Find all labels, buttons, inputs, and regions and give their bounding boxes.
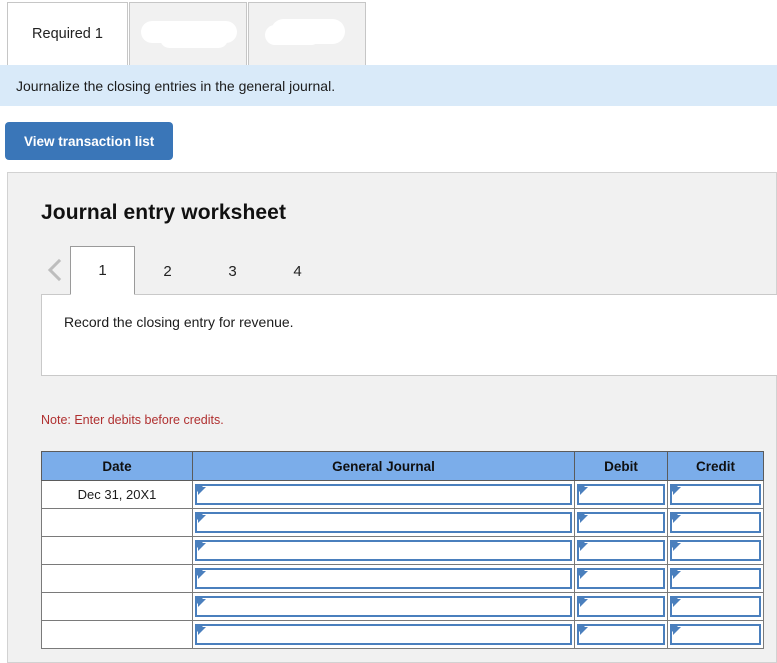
date-cell[interactable]	[41, 564, 193, 593]
requirement-tabbar: Required 1	[0, 0, 777, 65]
debit-cell[interactable]	[574, 592, 668, 621]
debit-cell[interactable]	[574, 564, 668, 593]
debits-before-credits-note: Note: Enter debits before credits.	[41, 413, 224, 427]
column-header-debit: Debit	[574, 451, 668, 481]
date-cell[interactable]	[41, 592, 193, 621]
journal-entry-worksheet-panel: Journal entry worksheet 1 2 3 4 Record t…	[7, 172, 777, 663]
column-header-date: Date	[41, 451, 193, 481]
worksheet-page-tabbar: 1 2 3 4	[41, 245, 330, 295]
table-header-row: Date General Journal Debit Credit	[41, 451, 764, 481]
debit-cell[interactable]	[574, 480, 668, 509]
debit-input[interactable]	[577, 624, 665, 645]
general-journal-input[interactable]	[195, 512, 572, 533]
debit-input[interactable]	[577, 540, 665, 561]
general-journal-input[interactable]	[195, 540, 572, 561]
general-journal-cell[interactable]	[192, 592, 575, 621]
credit-cell[interactable]	[667, 592, 764, 621]
table-row	[41, 620, 764, 649]
table-row	[41, 536, 764, 565]
credit-cell[interactable]	[667, 480, 764, 509]
debit-input[interactable]	[577, 568, 665, 589]
tab-required-3[interactable]	[248, 2, 366, 65]
tab-required-1-label: Required 1	[32, 26, 103, 42]
instruction-banner: Journalize the closing entries in the ge…	[0, 65, 777, 106]
general-journal-input[interactable]	[195, 484, 572, 505]
debit-input[interactable]	[577, 512, 665, 533]
general-journal-input[interactable]	[195, 624, 572, 645]
date-cell[interactable]: Dec 31, 20X1	[41, 480, 193, 509]
debit-input[interactable]	[577, 484, 665, 505]
tab-required-2[interactable]	[129, 2, 247, 65]
chevron-left-icon[interactable]	[41, 245, 67, 295]
debit-cell[interactable]	[574, 536, 668, 565]
debit-cell[interactable]	[574, 508, 668, 537]
table-row	[41, 592, 764, 621]
journal-table-container: Date General Journal Debit Credit Dec 31…	[41, 451, 764, 649]
column-header-credit: Credit	[667, 451, 764, 481]
credit-input[interactable]	[670, 596, 761, 617]
table-row	[41, 508, 764, 537]
credit-input[interactable]	[670, 512, 761, 533]
general-journal-cell[interactable]	[192, 536, 575, 565]
view-transaction-list-button[interactable]: View transaction list	[5, 122, 174, 160]
worksheet-instruction-card: Record the closing entry for revenue.	[41, 294, 777, 376]
debit-input[interactable]	[577, 596, 665, 617]
credit-input[interactable]	[670, 484, 761, 505]
date-cell[interactable]	[41, 508, 193, 537]
worksheet-page-tab-2[interactable]: 2	[135, 246, 200, 295]
column-header-general-journal: General Journal	[192, 451, 575, 481]
credit-cell[interactable]	[667, 620, 764, 649]
credit-input[interactable]	[670, 540, 761, 561]
journal-entry-table: Date General Journal Debit Credit Dec 31…	[41, 451, 764, 649]
date-cell[interactable]	[41, 536, 193, 565]
general-journal-input[interactable]	[195, 568, 572, 589]
redaction-blob	[160, 29, 228, 48]
general-journal-input[interactable]	[195, 596, 572, 617]
tab-required-1[interactable]: Required 1	[7, 2, 128, 65]
debit-cell[interactable]	[574, 620, 668, 649]
table-row: Dec 31, 20X1	[41, 480, 764, 509]
worksheet-page-tab-4[interactable]: 4	[265, 246, 330, 295]
credit-cell[interactable]	[667, 508, 764, 537]
general-journal-cell[interactable]	[192, 508, 575, 537]
instruction-banner-text: Journalize the closing entries in the ge…	[16, 77, 336, 94]
general-journal-cell[interactable]	[192, 480, 575, 509]
redaction-blob	[265, 25, 321, 45]
credit-cell[interactable]	[667, 564, 764, 593]
date-cell[interactable]	[41, 620, 193, 649]
table-row	[41, 564, 764, 593]
worksheet-page-tab-3[interactable]: 3	[200, 246, 265, 295]
credit-cell[interactable]	[667, 536, 764, 565]
worksheet-page-tab-1[interactable]: 1	[70, 246, 135, 295]
general-journal-cell[interactable]	[192, 620, 575, 649]
credit-input[interactable]	[670, 568, 761, 589]
general-journal-cell[interactable]	[192, 564, 575, 593]
credit-input[interactable]	[670, 624, 761, 645]
worksheet-title: Journal entry worksheet	[41, 201, 287, 224]
worksheet-instruction-text: Record the closing entry for revenue.	[64, 314, 294, 330]
